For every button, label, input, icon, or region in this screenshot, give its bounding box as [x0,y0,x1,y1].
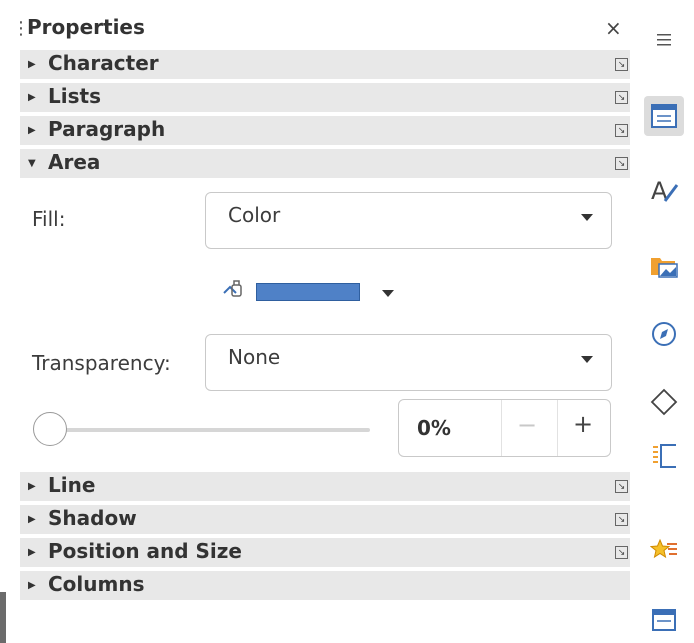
transparency-slider-track[interactable] [52,428,370,432]
transparency-label: Transparency: [32,351,171,375]
paint-bucket-icon [222,279,248,306]
section-label: Line [48,473,96,497]
chevron-down-icon [581,356,593,363]
styles-icon: A [651,177,679,205]
section-line[interactable]: ▶ Line ↘ [20,472,630,501]
expand-arrow-icon: ▶ [28,92,36,103]
more-options-icon[interactable]: ↘ [615,58,628,71]
more-options-icon[interactable]: ↘ [615,91,628,104]
transparency-slider-handle[interactable] [33,412,67,446]
section-paragraph[interactable]: ▶ Paragraph ↘ [20,116,630,145]
increment-button[interactable]: + [573,410,593,438]
panel-title: Properties [27,15,145,39]
section-label: Paragraph [48,117,166,141]
section-lists[interactable]: ▶ Lists ↘ [20,83,630,112]
section-label: Area [48,150,101,174]
shapes-icon [650,388,678,416]
transparency-percent-value[interactable]: 0% [417,416,451,440]
expand-arrow-icon: ▶ [28,514,36,525]
fill-color-picker[interactable] [222,278,402,308]
section-label: Columns [48,572,145,596]
tab-style-inspector[interactable] [644,530,684,570]
more-options-icon[interactable]: ↘ [615,546,628,559]
expand-arrow-icon: ▶ [28,547,36,558]
tab-properties[interactable] [644,96,684,136]
window-edge [0,592,6,643]
divider [557,400,558,456]
transparency-dropdown[interactable]: None [205,334,612,391]
chevron-down-icon [581,214,593,221]
manage-changes-icon [652,609,676,631]
section-label: Character [48,51,159,75]
close-icon[interactable]: × [605,16,622,40]
section-area[interactable]: ▼ Area ↘ [20,149,630,178]
expand-arrow-icon: ▶ [28,580,36,591]
section-label: Lists [48,84,101,108]
expand-arrow-icon: ▶ [28,481,36,492]
page-icon [653,444,676,468]
section-character[interactable]: ▶ Character ↘ [20,50,630,79]
fill-color-swatch[interactable] [256,283,360,301]
collapse-arrow-icon: ▼ [28,158,36,169]
tab-shapes[interactable] [644,382,684,422]
tab-navigator[interactable] [644,314,684,354]
section-label: Shadow [48,506,137,530]
navigator-icon [652,322,676,346]
fill-label: Fill: [32,207,66,231]
chevron-down-icon[interactable] [382,290,394,297]
sidebar-menu-button[interactable] [644,20,684,60]
more-options-icon[interactable]: ↘ [615,480,628,493]
sidebar-deck: ⋮ Properties × ▶ Character ↘ ▶ Lists ↘ ▶… [0,0,634,643]
gallery-icon [651,258,678,278]
more-options-icon[interactable]: ↘ [615,124,628,137]
tab-gallery[interactable] [644,246,684,286]
section-position-and-size[interactable]: ▶ Position and Size ↘ [20,538,630,567]
properties-icon [651,104,677,128]
more-options-icon[interactable]: ↘ [615,157,628,170]
decrement-button[interactable]: − [517,411,537,439]
panel-title-bar: ⋮ Properties × [0,14,634,46]
section-columns[interactable]: ▶ Columns [20,571,630,600]
section-shadow[interactable]: ▶ Shadow ↘ [20,505,630,534]
divider [501,400,502,456]
tab-styles[interactable]: A [644,170,684,210]
fill-type-dropdown[interactable]: Color [205,192,612,249]
expand-arrow-icon: ▶ [28,125,36,136]
tab-manage-changes[interactable] [644,600,684,640]
expand-arrow-icon: ▶ [28,59,36,70]
fill-type-value: Color [228,203,281,227]
more-options-icon[interactable]: ↘ [615,513,628,526]
menu-icon [657,34,671,46]
style-inspector-icon [650,538,677,559]
section-label: Position and Size [48,539,242,563]
transparency-spinbox[interactable]: 0% − + [398,399,611,457]
tab-page[interactable] [644,436,684,476]
transparency-value: None [228,345,281,369]
sidebar-tab-bar: A [634,0,694,643]
